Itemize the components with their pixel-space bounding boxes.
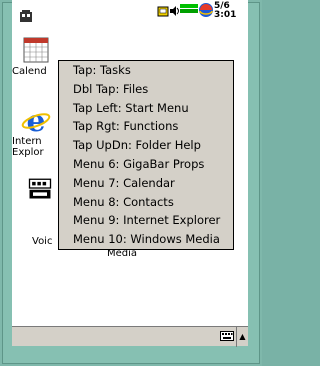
bottom-command-bar: ▲ [12, 326, 248, 347]
svg-text:e: e [26, 104, 45, 136]
desktop-icon-internet-explorer[interactable]: e Intern Explor [8, 104, 64, 158]
menu-item-tasks[interactable]: Tap: Tasks [59, 61, 233, 80]
desktop-icon-label-line2: Explor [12, 147, 44, 158]
start-menu-icon[interactable] [18, 8, 34, 24]
keyboard-icon[interactable] [220, 331, 234, 341]
menu-item-start-menu[interactable]: Tap Left: Start Menu [59, 99, 233, 118]
menu-item-windows-media[interactable]: Menu 10: Windows Media [59, 230, 233, 249]
menu-item-gigabar-props[interactable]: Menu 6: GigaBar Props [59, 155, 233, 174]
desktop-icon-calendar[interactable]: Calend [8, 34, 64, 77]
files-tray-icon[interactable] [157, 5, 169, 17]
desktop-icon-label: Intern [12, 136, 42, 147]
internet-explorer-icon: e [21, 104, 51, 136]
menu-item-calendar[interactable]: Menu 7: Calendar [59, 174, 233, 193]
clock[interactable]: 5/6 3:01 [214, 2, 236, 20]
menu-item-functions[interactable]: Tap Rgt: Functions [59, 117, 233, 136]
desktop-icon-label: Voic [32, 236, 53, 247]
menu-item-folder-help[interactable]: Tap UpDn: Folder Help [59, 136, 233, 155]
battery-icon[interactable] [180, 4, 198, 14]
top-status-bar: 5/6 3:01 [12, 0, 248, 30]
sip-arrow-up-icon[interactable]: ▲ [236, 327, 248, 347]
menu-item-files[interactable]: Dbl Tap: Files [59, 80, 233, 99]
calendar-icon [23, 37, 49, 63]
gigabar-popup-menu: Tap: Tasks Dbl Tap: Files Tap Left: Star… [58, 60, 234, 250]
desktop-icon-label: Calend [12, 66, 47, 77]
menu-item-contacts[interactable]: Menu 8: Contacts [59, 193, 233, 212]
voice-recorder-icon [28, 178, 52, 199]
clock-time: 3:01 [214, 10, 237, 20]
globe-icon[interactable] [198, 2, 214, 18]
menu-item-internet-explorer[interactable]: Menu 9: Internet Explorer [59, 211, 233, 230]
